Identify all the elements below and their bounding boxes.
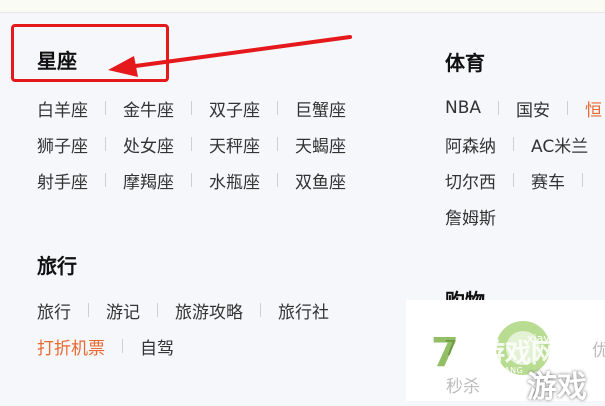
annotation-arrow-icon bbox=[108, 35, 352, 77]
